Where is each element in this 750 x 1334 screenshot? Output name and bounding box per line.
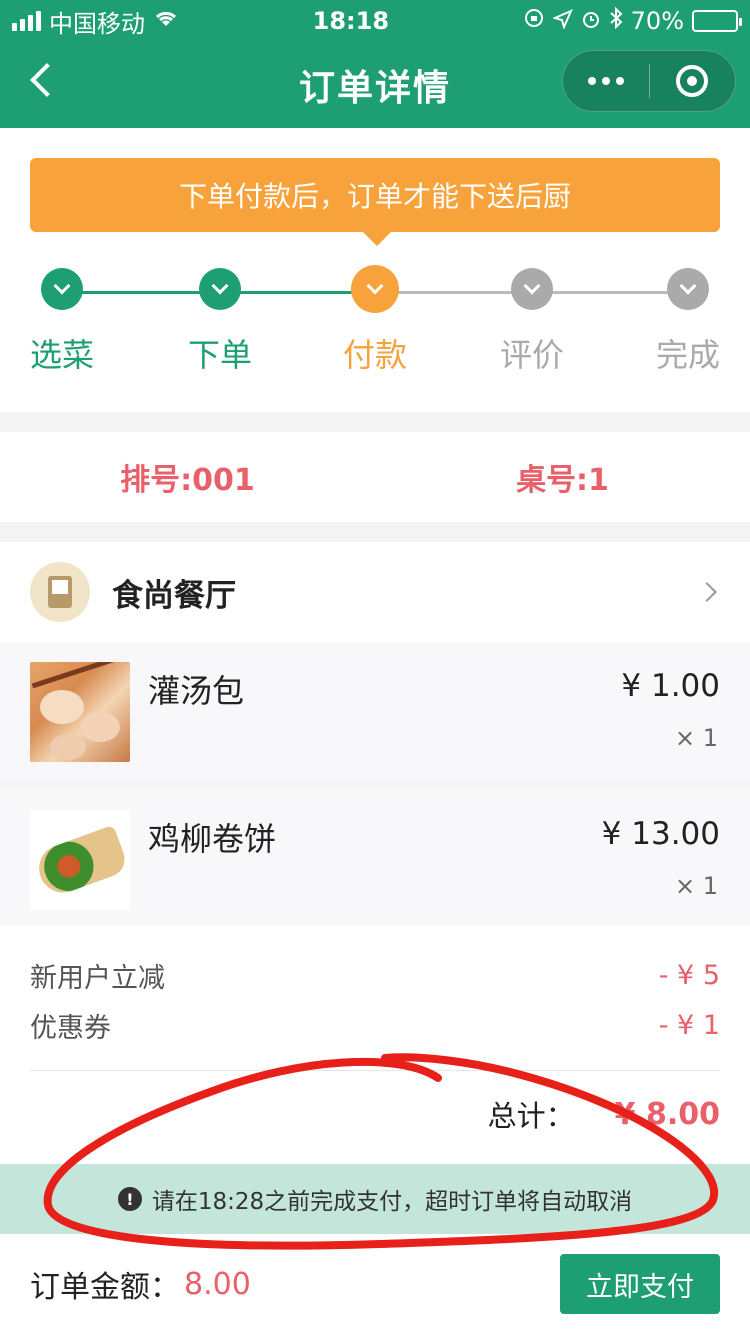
lock-rotation-icon [523,7,545,35]
signal-icon [12,11,41,31]
step-label: 完成 [655,336,720,374]
order-tip-banner: 下单付款后，订单才能下送后厨 [30,158,720,246]
battery-icon [692,10,742,32]
notice-text: 请在18:28之前完成支付，超时订单将自动取消 [151,1189,633,1215]
order-progress-card: 下单付款后，订单才能下送后厨 选菜 下单 付款 评价 完成 [0,128,750,412]
nav-bar: 订单详情 [0,42,750,128]
order-amount-value: 8.00 [184,1266,251,1302]
close-target-icon [676,65,709,97]
step-label: 付款 [342,336,407,374]
restaurant-name: 食尚餐厅 [112,577,236,614]
back-icon [30,63,64,97]
step-review: 评价 [462,268,602,376]
step-select: 选菜 [0,268,132,376]
location-icon [551,7,573,35]
step-pay: 付款 [305,265,445,376]
chevron-right-icon [351,265,399,313]
queue-info: 排号:001 桌号:1 [0,432,750,522]
discount-row: 新用户立减 - ¥ 5 [30,950,720,1000]
list-item: 灌汤包 ¥ 1.00 × 1 [0,642,750,782]
top-bar: 中国移动 18:18 70% 订单详情 [0,0,750,128]
close-target-button[interactable] [650,65,736,97]
table-number: 桌号:1 [516,463,609,498]
coupon-label: 优惠券 [30,1012,111,1044]
alarm-icon [581,7,601,35]
step-label: 评价 [499,336,564,374]
page-title: 订单详情 [298,68,451,109]
step-order: 下单 [150,268,290,376]
bluetooth-icon [609,6,623,35]
step-complete: 完成 [618,268,750,376]
check-icon [511,268,553,310]
pay-now-button[interactable]: 立即支付 [560,1254,720,1314]
step-label: 选菜 [29,336,94,374]
order-amount-label: 订单金额： [30,1270,180,1305]
item-quantity: × 1 [674,724,718,752]
status-bar: 中国移动 18:18 70% [0,0,750,42]
warning-icon: ! [117,1187,142,1211]
restaurant-logo [30,562,90,622]
status-left: 中国移动 [12,4,179,39]
payment-timeout-notice: ! 请在18:28之前完成支付，超时订单将自动取消 [0,1164,750,1234]
back-button[interactable] [22,60,64,100]
chicken-wrap-photo [30,810,130,910]
item-price: ¥ 13.00 [601,816,720,852]
chevron-right-icon [697,582,717,602]
check-icon [199,268,241,310]
coupon-row: 优惠券 - ¥ 1 [30,1000,720,1050]
battery-percent: 70% [630,7,684,35]
discount-label: 新用户立减 [30,962,165,994]
total-row: 总计： ¥ 8.00 [30,1071,720,1157]
order-steps: 选菜 下单 付款 评价 完成 [0,265,750,388]
carrier-label: 中国移动 [49,9,145,38]
restaurant-row[interactable]: 食尚餐厅 [0,542,750,642]
order-tip-text: 下单付款后，订单才能下送后厨 [178,180,571,213]
status-right: 70% [523,6,742,35]
check-icon [41,268,83,310]
check-icon [667,268,709,310]
queue-number: 排号:001 [120,463,255,498]
bottom-pay-bar: 订单金额： 8.00 立即支付 [0,1234,750,1334]
total-label: 总计： [487,1099,575,1133]
order-items: 灌汤包 ¥ 1.00 × 1 鸡柳卷饼 ¥ 13.00 × 1 [0,642,750,938]
wifi-icon [153,8,179,34]
item-price: ¥ 1.00 [621,668,720,704]
step-label: 下单 [187,336,252,374]
order-summary: 新用户立减 - ¥ 5 优惠券 - ¥ 1 总计： ¥ 8.00 [0,926,750,1164]
more-button[interactable] [563,77,649,85]
list-item: 鸡柳卷饼 ¥ 13.00 × 1 [0,790,750,930]
clock-time: 18:18 [312,7,390,35]
soup-dumpling-photo [30,662,130,762]
discount-amount: - ¥ 5 [658,959,720,991]
total-amount: ¥ 8.00 [614,1096,720,1132]
coupon-amount: - ¥ 1 [658,1009,720,1041]
mini-program-capsule [562,50,736,112]
item-quantity: × 1 [674,872,718,900]
